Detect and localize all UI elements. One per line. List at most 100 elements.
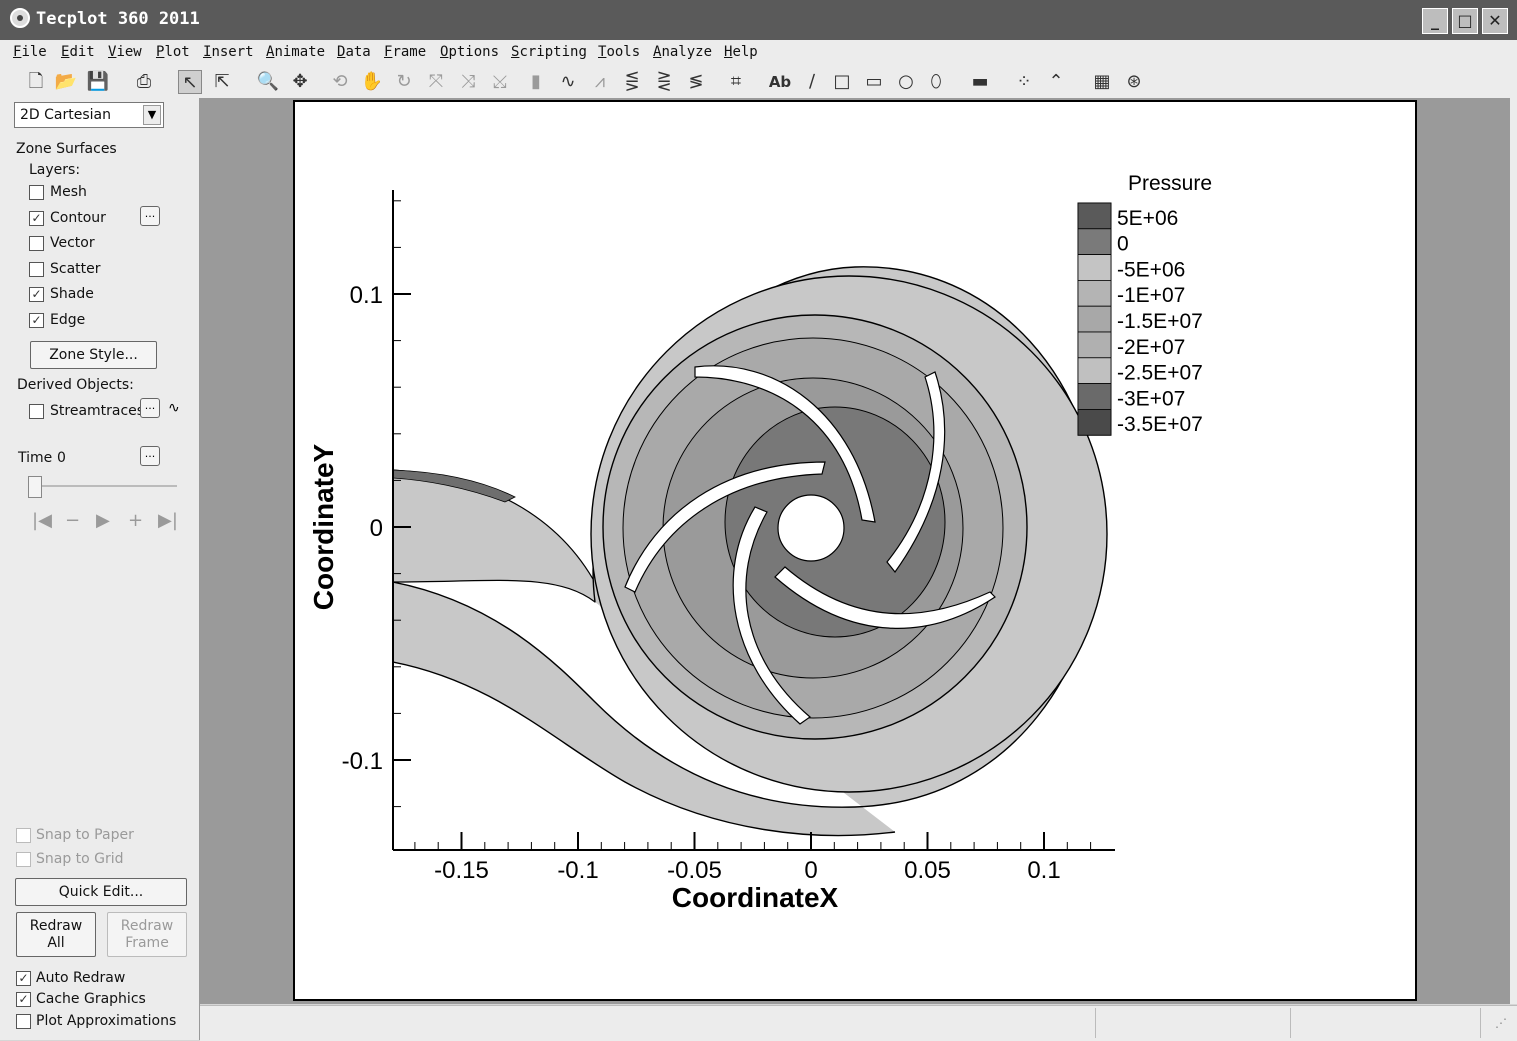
menu-data[interactable]: Data (337, 44, 371, 60)
polar-grid-icon[interactable]: ⊛ (1122, 70, 1146, 94)
menu-analyze[interactable]: Analyze (653, 44, 712, 60)
frame-icon[interactable]: ▬ (968, 70, 992, 94)
grid-icon[interactable]: ▦ (1090, 70, 1114, 94)
slice-icon[interactable]: ▮ (524, 70, 548, 94)
contour-plot[interactable]: -0.15 -0.1 -0.05 0 0.05 0.1 0.1 0 -0.1 Pressure… (295, 102, 1415, 999)
contour-add-icon[interactable]: ⋚ (620, 70, 644, 94)
menu-plot[interactable]: Plot (156, 44, 190, 60)
menu-options[interactable]: Options (440, 44, 499, 60)
step-back-icon[interactable]: − (65, 510, 80, 531)
contour-remove-icon[interactable]: ⋛ (652, 70, 676, 94)
rotate-3d-icon[interactable]: ⟲ (328, 70, 352, 94)
zoom-icon[interactable]: 🔍 (256, 70, 280, 94)
ellipse-icon[interactable]: ⬯ (924, 70, 948, 94)
save-icon[interactable]: 💾 (86, 70, 110, 94)
maximize-icon[interactable]: □ (1452, 8, 1478, 34)
snap-to-grid-checkbox[interactable] (16, 852, 31, 867)
text-tool-icon[interactable]: Ab (768, 70, 792, 94)
legend-swatch (1077, 357, 1112, 385)
square-icon[interactable]: □ (830, 70, 854, 94)
x-axis-label: CoordinateX (672, 882, 839, 913)
streamtrace-rake-icon[interactable]: ⩘ (588, 70, 612, 94)
rotate-z-icon[interactable]: ⤩ (488, 70, 512, 94)
menu-animate[interactable]: Animate (266, 44, 325, 60)
window-title: Tecplot 360 2011 (36, 9, 200, 29)
shade-checkbox[interactable]: ✓ (29, 287, 44, 302)
resize-grip-icon[interactable]: ⋰ (1495, 1016, 1507, 1030)
last-step-icon[interactable]: ▶| (158, 510, 178, 531)
circle-icon[interactable]: ○ (894, 70, 918, 94)
time-details-button[interactable]: ... (140, 446, 160, 466)
streamtraces-label: Streamtraces (50, 403, 145, 419)
plot-type-select[interactable]: 2D Cartesian ▼ (14, 102, 164, 128)
adjustor-icon[interactable]: ⇱ (210, 70, 234, 94)
menu-frame[interactable]: Frame (384, 44, 426, 60)
legend-level-label: -3.5E+07 (1117, 413, 1203, 436)
probe-icon[interactable]: ⌗ (724, 70, 748, 94)
legend-swatch (1077, 228, 1112, 256)
time-slider-handle[interactable] (28, 476, 42, 498)
streamtraces-checkbox[interactable] (29, 404, 44, 419)
edge-checkbox[interactable]: ✓ (29, 313, 44, 328)
play-icon[interactable]: ▶ (96, 510, 110, 531)
contour-details-button[interactable]: ... (140, 206, 160, 226)
polyline-icon[interactable]: ∕ (800, 70, 824, 94)
select-arrow-icon[interactable]: ↖ (178, 70, 202, 94)
print-icon[interactable]: ⎙ (132, 70, 156, 94)
rotate-y-icon[interactable]: ⤨ (456, 70, 480, 94)
streamtrace-icon[interactable]: ∿ (556, 70, 580, 94)
minimize-icon[interactable]: _ (1422, 8, 1448, 34)
snap-to-paper-checkbox[interactable] (16, 828, 31, 843)
menu-file[interactable]: File (13, 44, 47, 60)
menu-edit[interactable]: Edit (61, 44, 95, 60)
redraw-frame-line1: Redraw (120, 918, 174, 934)
zone-style-button[interactable]: Zone Style... (30, 341, 157, 369)
scatter-checkbox[interactable] (29, 262, 44, 277)
menu-help[interactable]: Help (724, 44, 758, 60)
close-icon[interactable]: ✕ (1482, 8, 1508, 34)
scatter-points-icon[interactable]: ⁘ (1012, 70, 1036, 94)
snap-to-paper-label: Snap to Paper (36, 827, 134, 843)
chevron-down-icon[interactable]: ▼ (143, 105, 161, 125)
new-file-icon[interactable]: 🗋 (24, 70, 48, 94)
vector-checkbox[interactable] (29, 236, 44, 251)
redraw-all-button[interactable]: Redraw All (16, 912, 96, 957)
quick-edit-button[interactable]: Quick Edit... (15, 878, 187, 906)
legend-title: Pressure (1128, 172, 1212, 195)
legend-level-label: 0 (1117, 233, 1129, 256)
x-tick-label: -0.1 (557, 857, 598, 884)
menu-tools[interactable]: Tools (598, 44, 640, 60)
mesh-checkbox[interactable] (29, 185, 44, 200)
redraw-all-line2: All (47, 935, 65, 951)
y-tick-label: 0.1 (350, 282, 383, 309)
legend-level-label: -3E+07 (1117, 387, 1185, 410)
plot-approximations-checkbox[interactable] (16, 1014, 31, 1029)
pressure-legend[interactable]: Pressure 5E+06 0-5E+06 -1E+07 -1.5E+07 -2E+07… (1077, 172, 1212, 436)
menu-scripting[interactable]: Scripting (511, 44, 587, 60)
rotate-x-icon[interactable]: ⤧ (424, 70, 448, 94)
open-folder-icon[interactable]: 📂 (54, 70, 78, 94)
step-forward-icon[interactable]: + (128, 510, 143, 531)
mesh-label: Mesh (50, 184, 87, 200)
translate-icon[interactable]: ✥ (288, 70, 312, 94)
line-points-icon[interactable]: ⌃ (1044, 70, 1068, 94)
hub-hole (777, 494, 845, 562)
auto-redraw-checkbox[interactable]: ✓ (16, 971, 31, 986)
rollerball-icon[interactable]: ✋ (360, 70, 384, 94)
contour-label-icon[interactable]: ≶ (684, 70, 708, 94)
first-step-icon[interactable]: |◀ (32, 510, 52, 531)
workspace-edge (1510, 98, 1517, 1004)
cache-graphics-checkbox[interactable]: ✓ (16, 992, 31, 1007)
menu-insert[interactable]: Insert (203, 44, 254, 60)
streamtrace-icon[interactable]: ∿ (168, 400, 180, 416)
time-slider-track[interactable] (30, 485, 177, 487)
rectangle-icon[interactable]: ▭ (862, 70, 886, 94)
app-icon[interactable] (10, 8, 30, 28)
spherical-rotate-icon[interactable]: ↻ (392, 70, 416, 94)
legend-level-label: -1E+07 (1117, 284, 1185, 307)
streamtraces-details-button[interactable]: ... (140, 398, 160, 418)
plot-frame[interactable]: -0.15 -0.1 -0.05 0 0.05 0.1 0.1 0 -0.1 Pressure… (293, 100, 1417, 1001)
contour-checkbox[interactable]: ✓ (29, 211, 44, 226)
menu-view[interactable]: View (108, 44, 142, 60)
redraw-frame-button[interactable]: Redraw Frame (107, 912, 187, 957)
